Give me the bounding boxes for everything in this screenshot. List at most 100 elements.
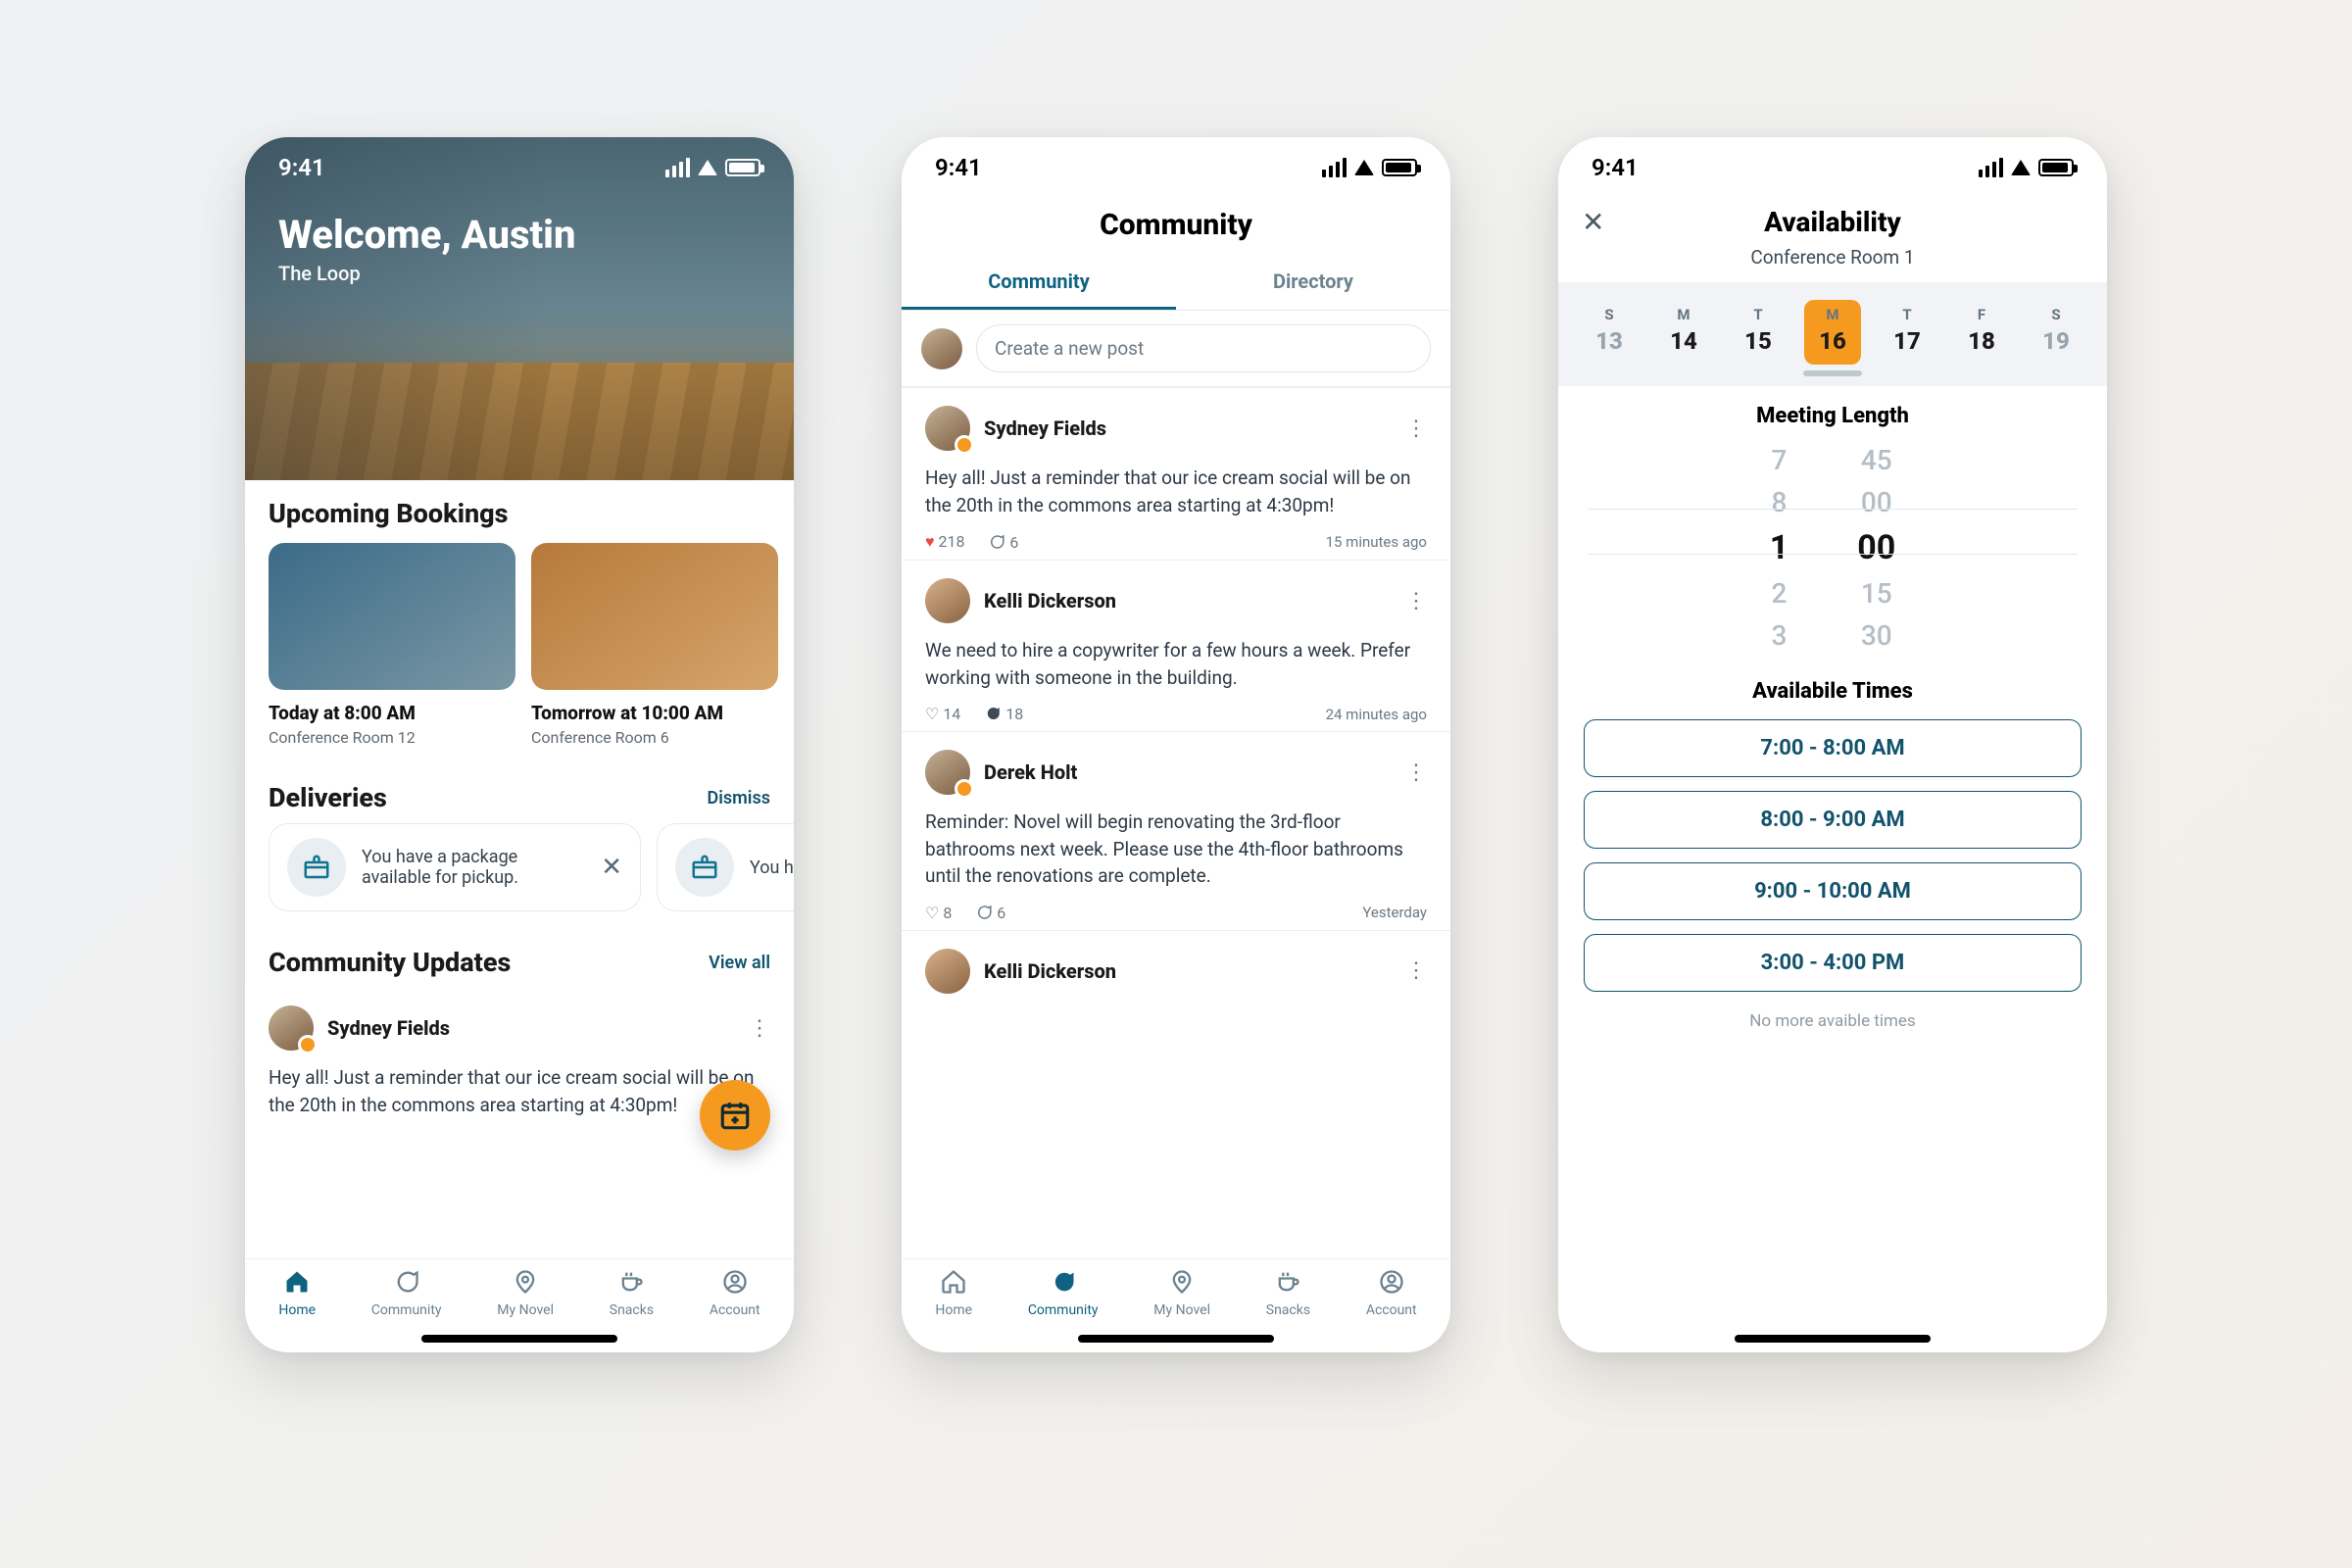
day-col-selected[interactable]: M16 [1804, 300, 1861, 365]
hours-wheel[interactable]: 7 8 1 2 3 [1770, 444, 1789, 652]
new-booking-fab[interactable] [700, 1080, 770, 1151]
wifi-icon [2011, 160, 2031, 175]
status-time: 9:41 [278, 154, 325, 181]
delivery-card[interactable]: You have a package available for pickup.… [269, 823, 641, 911]
delivery-card[interactable]: You have a package avail [657, 823, 794, 911]
time-slot-button[interactable]: 7:00 - 8:00 AM [1584, 719, 2082, 777]
dismiss-button[interactable]: Dismiss [708, 788, 770, 808]
location-icon [1165, 1265, 1199, 1298]
tab-community[interactable]: Community [371, 1265, 442, 1327]
comment-button[interactable]: 18 [984, 705, 1023, 723]
tab-community[interactable]: Community [902, 256, 1176, 310]
more-icon[interactable]: ⋮ [1405, 958, 1427, 983]
duration-picker[interactable]: 7 8 1 2 3 45 00 00 15 30 [1558, 438, 2107, 662]
day-col[interactable]: T15 [1730, 300, 1787, 365]
tab-label: Account [1366, 1302, 1417, 1318]
badge-icon [955, 779, 974, 799]
wifi-icon [1354, 160, 1374, 175]
more-icon[interactable]: ⋮ [1405, 416, 1427, 441]
location-label: The Loop [278, 262, 760, 285]
drag-handle-icon[interactable] [1803, 370, 1862, 376]
time-slot-button[interactable]: 3:00 - 4:00 PM [1584, 934, 2082, 992]
meeting-length-title: Meeting Length [1558, 404, 2107, 428]
status-time: 9:41 [935, 154, 982, 181]
booking-card[interactable]: Tomorrow at 10:00 AM Conference Room 6 [531, 543, 778, 747]
upcoming-bookings-title: Upcoming Bookings [245, 480, 794, 543]
avatar[interactable] [925, 406, 970, 451]
tab-home[interactable]: Home [935, 1265, 972, 1327]
location-icon [509, 1265, 542, 1298]
tab-account[interactable]: Account [1366, 1265, 1417, 1327]
day-col[interactable]: M14 [1655, 300, 1712, 365]
tab-community[interactable]: Community [1028, 1265, 1099, 1327]
booking-room: Conference Room 12 [269, 728, 515, 747]
post-author: Sydney Fields [327, 1016, 450, 1040]
tab-snacks[interactable]: Snacks [610, 1265, 654, 1327]
day-col[interactable]: F18 [1953, 300, 2010, 365]
more-icon[interactable]: ⋮ [1405, 589, 1427, 613]
post-time: 15 minutes ago [1326, 533, 1427, 551]
cellular-icon [1979, 158, 2003, 177]
avatar[interactable] [925, 750, 970, 795]
bookings-row[interactable]: Today at 8:00 AM Conference Room 12 Tomo… [245, 543, 794, 764]
avatar[interactable] [925, 949, 970, 994]
page-title: Community [902, 198, 1450, 256]
status-time: 9:41 [1592, 154, 1639, 181]
status-bar: 9:41 [1558, 137, 2107, 198]
post-author: Sydney Fields [984, 416, 1106, 440]
close-icon[interactable]: ✕ [601, 853, 622, 882]
phone-home: 9:41 Welcome, Austin The Loop Upcoming B… [245, 137, 794, 1352]
tab-home[interactable]: Home [278, 1265, 316, 1327]
home-indicator [421, 1335, 617, 1343]
package-icon [287, 838, 346, 897]
minutes-wheel[interactable]: 45 00 00 15 30 [1857, 444, 1895, 652]
tab-mynovel[interactable]: My Novel [1153, 1265, 1210, 1327]
hero-image: 9:41 Welcome, Austin The Loop [245, 137, 794, 480]
day-col[interactable]: S13 [1581, 300, 1638, 365]
week-picker[interactable]: S13 M14 T15 M16 T17 F18 S19 [1558, 282, 2107, 386]
tab-snacks[interactable]: Snacks [1266, 1265, 1310, 1327]
status-icons [1322, 158, 1417, 177]
cellular-icon [1322, 158, 1347, 177]
day-col[interactable]: S19 [2028, 300, 2084, 365]
home-icon [937, 1265, 970, 1298]
time-slot-button[interactable]: 8:00 - 9:00 AM [1584, 791, 2082, 849]
community-icon [390, 1265, 423, 1298]
comment-count: 18 [1005, 705, 1023, 723]
comment-button[interactable]: 6 [988, 533, 1018, 552]
booking-card[interactable]: Today at 8:00 AM Conference Room 12 [269, 543, 515, 747]
package-icon [675, 838, 734, 897]
more-icon[interactable]: ⋮ [749, 1016, 770, 1041]
post-author: Kelli Dickerson [984, 959, 1116, 983]
tab-label: Community [371, 1302, 442, 1318]
wifi-icon [698, 160, 717, 175]
like-button[interactable]: ♡ 14 [925, 705, 960, 723]
close-button[interactable]: ✕ [1582, 206, 1604, 238]
post-author: Derek Holt [984, 760, 1077, 784]
delivery-text: You have a package avail [750, 858, 794, 878]
booking-room: Conference Room 6 [531, 728, 778, 747]
avatar[interactable] [925, 578, 970, 623]
like-button[interactable]: ♡ 8 [925, 904, 952, 922]
deliveries-title: Deliveries [269, 782, 387, 813]
like-button[interactable]: ♥ 218 [925, 532, 964, 552]
community-icon [1047, 1265, 1080, 1298]
tab-account[interactable]: Account [710, 1265, 760, 1327]
new-post-input[interactable]: Create a new post [976, 324, 1431, 372]
avatar[interactable] [921, 328, 962, 369]
view-all-button[interactable]: View all [709, 953, 770, 973]
tab-directory[interactable]: Directory [1176, 256, 1450, 310]
account-icon [718, 1265, 752, 1298]
avatar[interactable] [269, 1005, 314, 1051]
time-slot-button[interactable]: 9:00 - 10:00 AM [1584, 862, 2082, 920]
booking-thumb [269, 543, 515, 690]
more-icon[interactable]: ⋮ [1405, 760, 1427, 785]
comment-count: 6 [997, 904, 1005, 922]
tab-mynovel[interactable]: My Novel [497, 1265, 554, 1327]
day-col[interactable]: T17 [1879, 300, 1936, 365]
delivery-text: You have a package available for pickup. [362, 847, 558, 888]
post-time: Yesterday [1362, 904, 1427, 921]
status-icons [665, 158, 760, 177]
tab-label: My Novel [497, 1302, 554, 1318]
comment-button[interactable]: 6 [975, 904, 1005, 922]
